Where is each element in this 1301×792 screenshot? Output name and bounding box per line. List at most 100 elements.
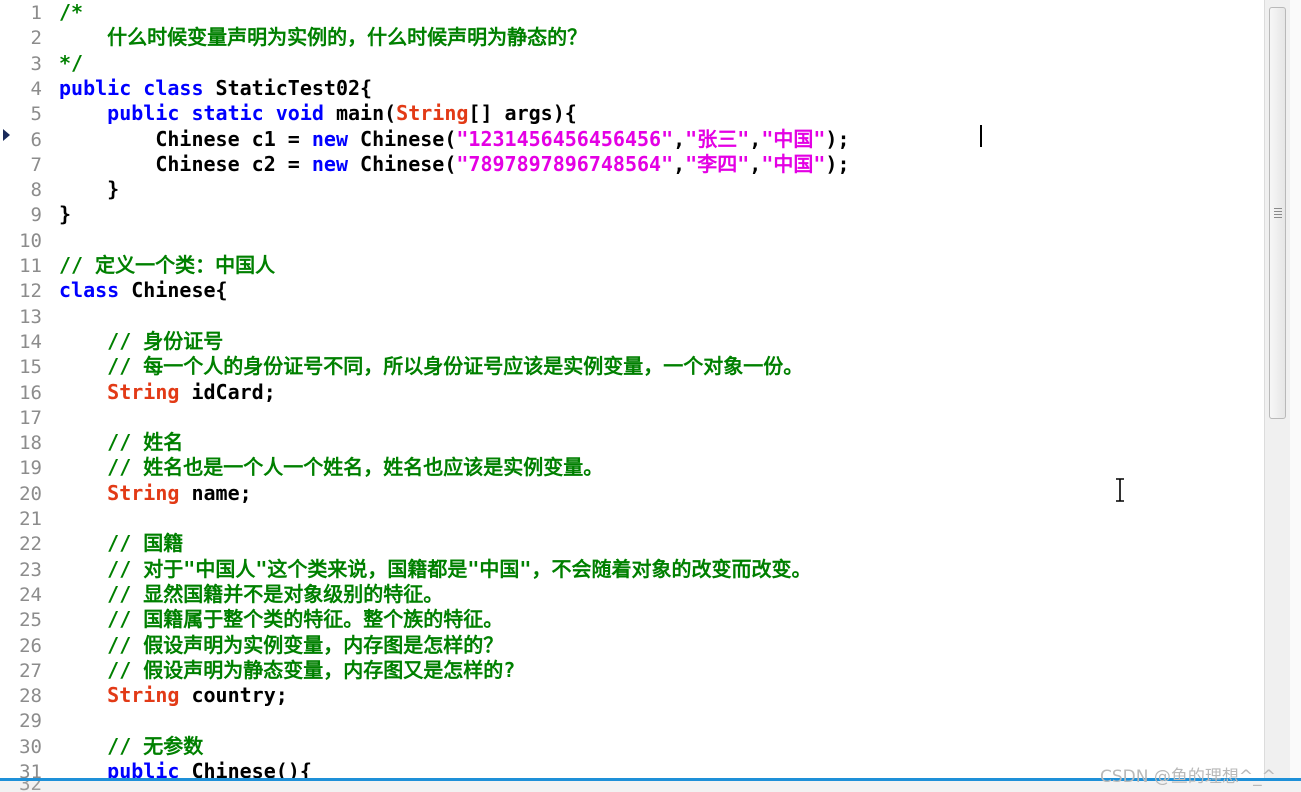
code-token: 什么时候变量声明为实例的，什么时候声明为静态的？ [59,25,588,50]
line-number: 2 [30,27,42,50]
code-token: new [311,151,348,176]
code-line[interactable]: 1 /* [0,0,84,25]
line-number: 32 [19,781,42,792]
code-token: , [749,126,762,151]
line-number: 31 [19,761,42,778]
code-token: idCard; [179,379,276,404]
code-token: , [673,151,686,176]
code-line[interactable]: 28 String country; [0,683,288,708]
line-number: 15 [19,356,42,379]
code-line[interactable]: 16 String idCard; [0,380,276,405]
code-line[interactable]: 2 什么时候变量声明为实例的，什么时候声明为静态的？ [0,25,588,50]
code-token: String [59,683,180,708]
code-line[interactable]: 8 } [0,177,120,202]
line-number: 23 [19,558,42,581]
line-number: 12 [19,280,42,303]
code-line[interactable]: 27 // 假设声明为静态变量，内存图又是怎样的? [0,658,515,683]
code-line[interactable]: 10 [0,228,59,253]
code-token: "7897897896748564" [456,151,674,176]
code-token: // 显然国籍并不是对象级别的特征。 [59,581,444,606]
code-token: // 对于"中国人"这个类来说，国籍都是"中国"，不会随着对象的改变而改变。 [59,556,812,581]
code-token: */ [59,50,84,75]
code-line[interactable]: 6 Chinese c1 = new Chinese("123145645645… [0,127,850,152]
line-number: 28 [19,685,42,708]
code-line[interactable]: 9} [0,202,72,227]
code-token: , [749,151,762,176]
line-number: 3 [30,52,42,75]
code-line[interactable]: 24 // 显然国籍并不是对象级别的特征。 [0,582,443,607]
code-token: new [311,126,348,151]
line-number: 14 [19,330,42,353]
code-token: // 国籍 [59,531,184,556]
line-number: 24 [19,583,42,606]
code-token: public static void [59,101,324,126]
code-line[interactable]: 5 public static void main(String[] args)… [0,101,577,126]
code-line[interactable]: 25 // 国籍属于整个类的特征。整个族的特征。 [0,607,503,632]
line-number: 21 [19,508,42,530]
line-number: 10 [19,229,42,252]
line-number: 20 [19,482,42,505]
ibeam-cursor-icon [1116,478,1124,502]
line-number: 30 [19,735,42,758]
code-token: StaticTest02{ [203,75,373,100]
vertical-scrollbar[interactable] [1264,0,1291,778]
line-number: 1 [30,2,42,24]
scrollbar-thumb[interactable] [1269,7,1286,419]
code-token: ); [825,151,850,176]
code-line[interactable]: 14 // 身份证号 [0,329,223,354]
code-token: Chinese( [348,151,457,176]
code-token: main( [323,101,397,126]
code-line[interactable]: 7 Chinese c2 = new Chinese("789789789674… [0,152,850,177]
code-token: Chinese{ [119,278,228,303]
code-token: // 假设声明为静态变量，内存图又是怎样的? [59,657,516,682]
code-line[interactable]: 13 [0,304,59,329]
code-token: "李四" [685,151,750,176]
code-line[interactable]: 17 [0,405,59,430]
code-token: , [673,126,686,151]
code-editor[interactable]: 1/* 2 什么时候变量声明为实例的，什么时候声明为静态的？ 3 */4 public … [0,0,1264,778]
window-edge [1290,0,1301,778]
code-token: class [59,278,120,303]
code-line[interactable]: 19 // 姓名也是一个人一个姓名，姓名也应该是实例变量。 [0,455,603,480]
code-line[interactable]: 21 [0,506,59,531]
code-line[interactable]: 11 // 定义一个类：中国人 [0,253,275,278]
line-number: 5 [30,103,42,126]
line-number: 13 [19,305,42,328]
code-line[interactable]: 18 // 姓名 [0,430,183,455]
line-number: 17 [19,406,42,429]
code-token: String [59,379,180,404]
code-token: country; [179,683,288,708]
line-number: 26 [19,634,42,657]
code-token: public [59,759,180,778]
code-line[interactable]: 4 public class StaticTest02{ [0,75,373,101]
code-token: "张三" [685,126,750,151]
code-token: Chinese c2 = [59,151,312,176]
code-token: ); [825,126,850,151]
code-line[interactable]: 23 // 对于"中国人"这个类来说，国籍都是"中国"，不会随着对象的改变而改变… [0,557,811,582]
code-line[interactable]: 26 // 假设声明为实例变量，内存图是怎样的？ [0,633,503,658]
code-token: // 国籍属于整个类的特征。整个族的特征。 [59,607,504,632]
code-line[interactable]: 29 [0,708,59,733]
code-token: // 假设声明为实例变量，内存图是怎样的？ [59,632,504,657]
code-line[interactable]: 22 // 国籍 [0,531,183,556]
code-line[interactable]: 31 public Chinese(){ [0,759,312,778]
current-line-marker-icon [3,129,10,141]
code-token: } [59,202,72,227]
code-line[interactable]: 20 String name; [0,481,252,506]
code-line[interactable]: 30 // 无参数 [0,734,203,759]
code-line[interactable]: 12 class Chinese{ [0,278,228,303]
line-number: 7 [30,153,42,176]
line-number: 27 [19,659,42,682]
code-token: /* [59,0,84,24]
code-token: String [59,480,180,505]
line-number: 18 [19,432,42,455]
code-line[interactable]: 3 */ [0,50,84,76]
code-token: Chinese(){ [179,759,312,778]
line-number: 4 [30,77,42,100]
code-token: // 身份证号 [59,328,224,353]
code-token: [] args){ [468,101,577,126]
code-token: // 定义一个类：中国人 [59,253,276,277]
code-line[interactable]: 15 // 每一个人的身份证号不同，所以身份证号应该是实例变量，一个对象一份。 [0,354,803,379]
code-token: // 姓名 [59,430,184,455]
code-token: name; [179,480,252,505]
